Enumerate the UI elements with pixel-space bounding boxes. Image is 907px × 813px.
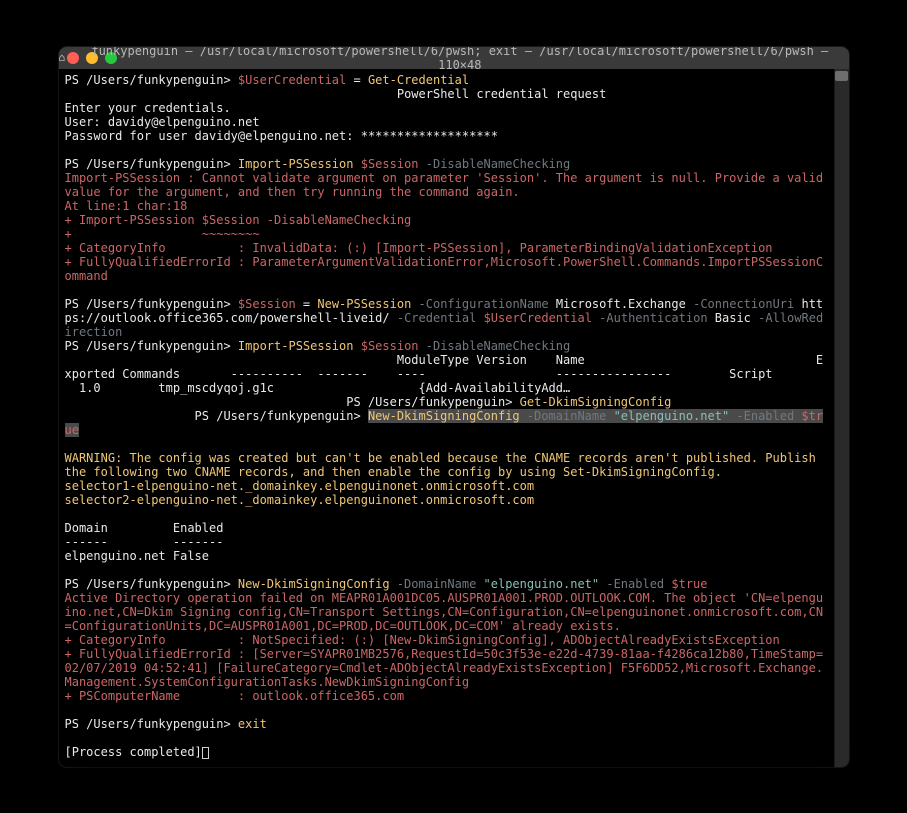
cred-request-header: PowerShell credential request — [397, 87, 607, 101]
terminal-window: ⌂ funkypenguin — /usr/local/microsoft/po… — [59, 47, 849, 767]
flag: -DisableNameChecking — [426, 157, 571, 171]
module-table-row: 1.0 tmp_mscdyqoj.g1c {Add-AvailabilityAd… — [65, 381, 571, 395]
error-line: + PSComputerName : outlook.office365.com — [65, 689, 405, 703]
error-line: Active Directory operation failed on MEA… — [65, 591, 824, 633]
flag: -Credential — [397, 311, 476, 325]
error-line: At line:1 char:18 — [65, 199, 188, 213]
warning-line: selector2-elpenguino-net._domainkey.elpe… — [65, 493, 535, 507]
variable: $Session — [238, 297, 296, 311]
flag: -DomainName — [520, 409, 614, 423]
cmdlet: Get-Credential — [368, 73, 469, 87]
user-label: User: — [65, 115, 108, 129]
cmdlet: Get-DkimSigningConfig — [520, 395, 672, 409]
cmdlet: New-PSSession — [317, 297, 411, 311]
flag: -ConnectionUri — [693, 297, 794, 311]
result-header: Domain Enabled — [65, 521, 224, 535]
flag: -DisableNameChecking — [426, 339, 571, 353]
prompt: PS /Users/funkypenguin> — [65, 409, 368, 423]
prompt: PS /Users/funkypenguin> — [65, 717, 238, 731]
flag: -DomainName — [390, 577, 484, 591]
result-row: elpenguino.net False — [65, 549, 210, 563]
cmdlet: New-DkimSigningConfig — [238, 577, 390, 591]
spacer — [65, 87, 397, 101]
prompt: PS /Users/funkypenguin> — [65, 395, 520, 409]
titlebar: ⌂ funkypenguin — /usr/local/microsoft/po… — [59, 47, 849, 69]
cmdlet-highlighted: New-DkimSigningConfig — [368, 409, 520, 423]
pass-label: Password for user davidy@elpenguino.net: — [65, 129, 361, 143]
string: "elpenguino.net" — [484, 577, 600, 591]
s — [353, 339, 360, 353]
cmdlet: Import-PSSession — [238, 339, 354, 353]
bool: $true — [671, 577, 707, 591]
prompt: PS /Users/funkypenguin> — [65, 73, 238, 87]
process-completed: [Process completed] — [65, 745, 202, 759]
error-line: + FullyQualifiedErrorId : ParameterArgum… — [65, 255, 824, 283]
flag: -Authentication — [599, 311, 707, 325]
cmdlet: Import-PSSession — [238, 157, 354, 171]
flag: -Enabled — [599, 577, 671, 591]
prompt: PS /Users/funkypenguin> — [65, 577, 238, 591]
cursor — [202, 747, 209, 759]
prompt: PS /Users/funkypenguin> — [65, 157, 238, 171]
variable: $Session — [361, 339, 419, 353]
scrollbar[interactable] — [834, 69, 849, 767]
error-line: + CategoryInfo : InvalidData: (:) [Impor… — [65, 241, 773, 255]
arg: Basic — [715, 311, 751, 325]
module-table-header: ModuleType Version Name Exported Command… — [65, 353, 824, 381]
variable: $UserCredential — [484, 311, 592, 325]
flag: -ConfigurationName — [419, 297, 549, 311]
flag: -Enabled — [729, 409, 801, 423]
home-icon: ⌂ — [59, 51, 66, 64]
content-wrap: PS /Users/funkypenguin> $UserCredential … — [59, 69, 849, 767]
terminal-output[interactable]: PS /Users/funkypenguin> $UserCredential … — [59, 69, 834, 767]
variable: $Session — [361, 157, 419, 171]
s — [353, 157, 360, 171]
result-header-underline: ------ ------- — [65, 535, 224, 549]
cmdlet: exit — [238, 717, 267, 731]
error-line: + Import-PSSession $Session -DisableName… — [65, 213, 412, 227]
enter-creds: Enter your credentials. — [65, 101, 231, 115]
operator: = — [346, 73, 368, 87]
prompt: PS /Users/funkypenguin> — [65, 339, 238, 353]
warning-line: selector1-elpenguino-net._domainkey.elpe… — [65, 479, 535, 493]
arg: Microsoft.Exchange — [556, 297, 686, 311]
warning-line: WARNING: The config was created but can'… — [65, 451, 824, 479]
pass-val: ******************* — [361, 129, 498, 143]
operator: = — [296, 297, 318, 311]
error-line: Import-PSSession : Cannot validate argum… — [65, 171, 831, 199]
error-line: + ~~~~~~~~ — [65, 227, 260, 241]
prompt: PS /Users/funkypenguin> — [65, 297, 238, 311]
variable: $UserCredential — [238, 73, 346, 87]
error-line: + FullyQualifiedErrorId : [Server=SYAPR0… — [65, 647, 824, 689]
user-val: davidy@elpenguino.net — [108, 115, 260, 129]
error-line: + CategoryInfo : NotSpecified: (:) [New-… — [65, 633, 780, 647]
scrollbar-thumb[interactable] — [835, 71, 848, 81]
string: "elpenguino.net" — [614, 409, 730, 423]
